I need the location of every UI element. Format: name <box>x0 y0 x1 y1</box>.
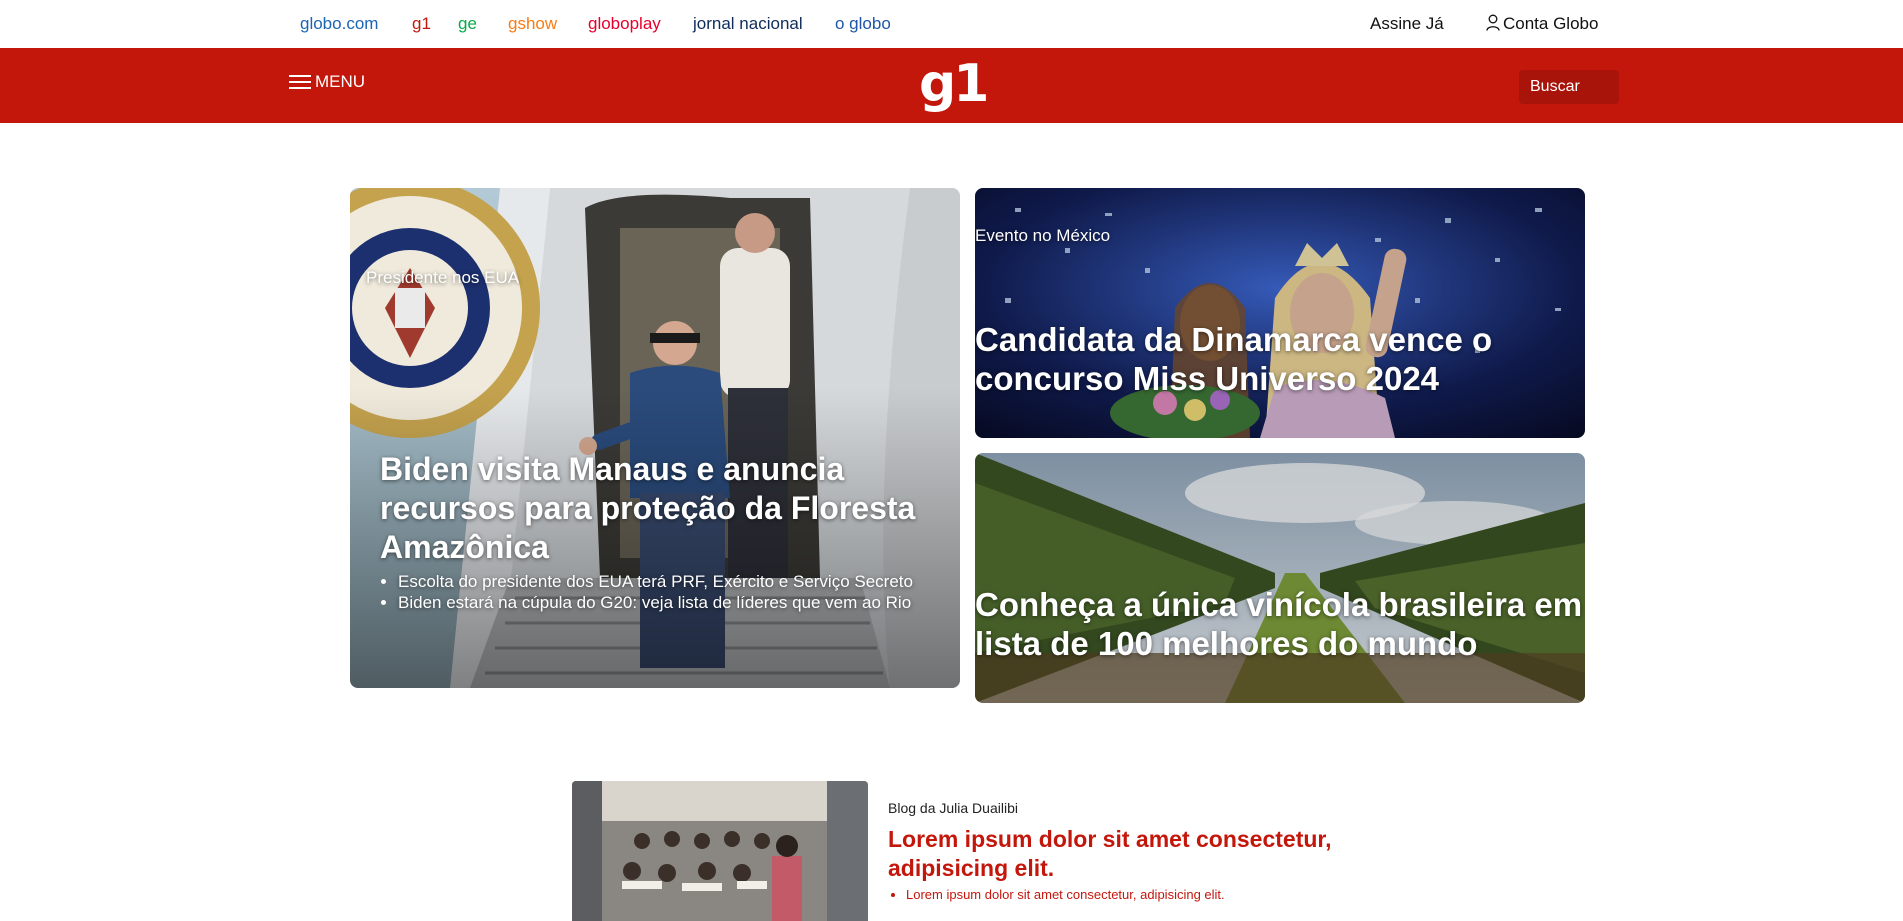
featured-side-top-card[interactable]: Evento no México Candidata da Dinamarca … <box>975 188 1585 438</box>
topbar-link-g1[interactable]: g1 <box>412 14 431 34</box>
topbar-link-globo-com[interactable]: globo.com <box>300 14 378 34</box>
side-top-headline[interactable]: Candidata da Dinamarca vence o concurso … <box>975 320 1515 398</box>
topbar-link-globoplay[interactable]: globoplay <box>588 14 661 34</box>
menu-label: MENU <box>315 72 366 91</box>
classroom-photo <box>572 781 868 921</box>
blog-thumbnail[interactable] <box>572 781 868 921</box>
topbar-link-jornal-nacional[interactable]: jornal nacional <box>693 14 803 34</box>
main-eyebrow: Presidente nos EUA <box>366 268 520 287</box>
menu-button[interactable]: MENU <box>288 72 365 92</box>
account-label: Conta Globo <box>1503 14 1599 33</box>
blog-headline[interactable]: Lorem ipsum dolor sit amet consectetur, … <box>888 825 1358 883</box>
biden-airplane-photo <box>350 188 960 688</box>
topbar-link-gshow[interactable]: gshow <box>508 14 557 34</box>
topbar-link-o-globo[interactable]: o globo <box>835 14 891 34</box>
hamburger-icon <box>289 75 311 89</box>
main-related-list: Escolta do presidente dos EUA terá PRF, … <box>380 571 940 613</box>
main-headline[interactable]: Biden visita Manaus e anuncia recursos p… <box>380 450 940 567</box>
topbar-link-ge[interactable]: ge <box>458 14 477 34</box>
g1-logo[interactable]: g1 <box>919 56 989 112</box>
side-bottom-body: Conheça a única vinícola brasileira em l… <box>975 585 1585 663</box>
featured-main-body: Biden visita Manaus e anuncia recursos p… <box>380 450 940 613</box>
blog-related-link-1[interactable]: Lorem ipsum dolor sit amet consectetur, … <box>906 887 1225 902</box>
blog-section-label[interactable]: Blog da Julia Duailibi <box>888 800 1018 816</box>
g1-header: MENU g1 Buscar <box>0 48 1903 123</box>
globo-top-bar: globo.com g1 ge gshow globoplay jornal n… <box>0 0 1903 48</box>
side-top-body: Candidata da Dinamarca vence o concurso … <box>975 320 1515 398</box>
featured-main-text: Presidente nos EUA <box>366 268 946 288</box>
search-button[interactable]: Buscar <box>1519 70 1619 104</box>
account-link[interactable]: Conta Globo <box>1486 14 1598 34</box>
related-link-1[interactable]: Escolta do presidente dos EUA terá PRF, … <box>398 571 940 592</box>
blog-related-list: Lorem ipsum dolor sit amet consectetur, … <box>888 887 1225 902</box>
side-bottom-headline[interactable]: Conheça a única vinícola brasileira em l… <box>975 585 1585 663</box>
side-top-eyebrow-wrap: Evento no México <box>975 226 1575 246</box>
featured-side-bottom-card[interactable]: Conheça a única vinícola brasileira em l… <box>975 453 1585 703</box>
side-top-eyebrow: Evento no México <box>975 226 1111 245</box>
featured-main-card[interactable]: Presidente nos EUA Biden visita Manaus e… <box>350 188 960 688</box>
related-link-2[interactable]: Biden estará na cúpula do G20: veja list… <box>398 592 940 613</box>
vineyard-photo <box>975 453 1585 703</box>
user-icon <box>1486 14 1500 31</box>
subscribe-link[interactable]: Assine Já <box>1370 14 1444 34</box>
